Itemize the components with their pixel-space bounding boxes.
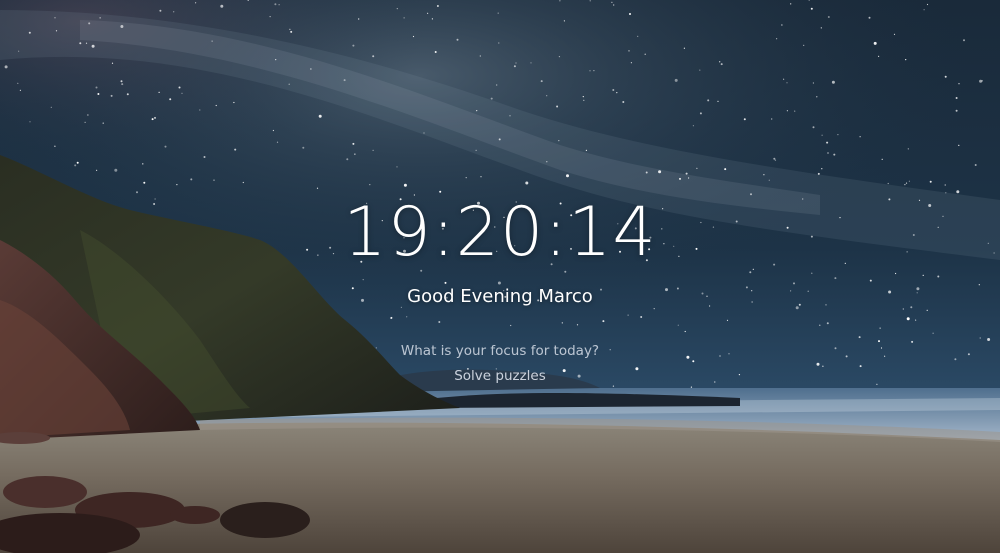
focus-question-label: What is your focus for today? [400, 343, 600, 359]
new-tab-dashboard: 19:20:14 Good Evening Marco What is your… [0, 0, 1000, 553]
greeting-text: Good Evening Marco [407, 286, 593, 307]
dashboard-overlay: 19:20:14 Good Evening Marco What is your… [0, 0, 1000, 553]
focus-input[interactable] [380, 365, 620, 387]
clock-time: 19:20:14 [343, 193, 657, 272]
